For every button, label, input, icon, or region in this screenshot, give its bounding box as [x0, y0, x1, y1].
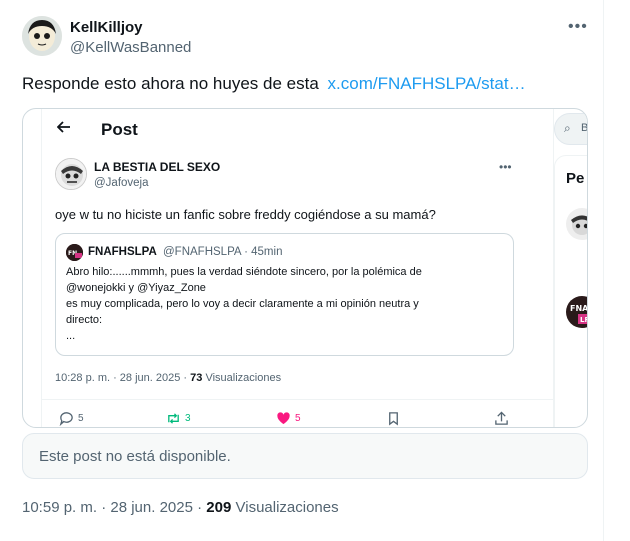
unavailable-text: Este post no está disponible. — [39, 448, 231, 465]
reply-action: 5 — [59, 411, 84, 426]
author-name[interactable]: KellKilljoy — [70, 19, 143, 36]
embedded-author-avatar — [55, 158, 87, 190]
quote-author-name: FNAFHSLPA — [88, 246, 157, 258]
reply-count: 5 — [78, 413, 84, 424]
panel-title: Pe — [566, 170, 585, 187]
embedded-post-text: oye w tu no hiciste un fanfic sobre fred… — [55, 207, 436, 222]
suggested-avatar: FNAF LP — [566, 296, 588, 328]
views-label: Visualizaciones — [235, 499, 339, 516]
tweet-body: Responde esto ahora no huyes de esta — [22, 74, 319, 93]
like-count: 5 — [295, 413, 301, 424]
tweet-link[interactable]: x.com/FNAFHSLPA/stat… — [328, 74, 526, 93]
embedded-author-name: LA BESTIA DEL SEXO — [94, 160, 221, 174]
unavailable-post-notice: Este post no está disponible. — [22, 433, 588, 479]
tweet-text: Responde esto ahora no huyes de esta x.c… — [22, 74, 526, 94]
share-action — [494, 411, 509, 426]
repost-action: 3 — [166, 411, 191, 426]
back-arrow-icon — [56, 119, 71, 139]
quote-line: es muy complicada, pero lo voy a decir c… — [66, 298, 419, 310]
quoted-post: FN FNAFHSLPA @FNAFHSLPA · 45min Abro hil… — [55, 233, 514, 356]
reply-icon — [59, 412, 73, 426]
svg-text:LP: LP — [580, 316, 588, 324]
search-placeholder: B — [581, 122, 588, 134]
post-date[interactable]: 10:59 p. m. · 28 jun. 2025 · — [22, 499, 202, 516]
author-handle[interactable]: @KellWasBanned — [70, 39, 191, 56]
heart-icon — [277, 412, 290, 425]
embedded-timestamp: 10:28 p. m. · 28 jun. 2025 · 73 Visualiz… — [55, 372, 281, 384]
quote-line: @wonejokki y @Yiyaz_Zone — [66, 282, 206, 294]
suggested-avatar — [566, 208, 587, 240]
sidebar-panel: Pe FNAF LP — [554, 155, 588, 427]
like-action: 5 — [276, 411, 301, 426]
divider — [41, 109, 42, 427]
search-icon: ⌕ — [564, 121, 571, 135]
search-box: ⌕ B — [554, 113, 588, 145]
quote-avatar: FN — [66, 244, 83, 261]
quote-line: ... — [66, 330, 76, 342]
quote-line: directo: — [66, 314, 103, 326]
author-avatar[interactable] — [22, 16, 62, 56]
embedded-views-count: 73 — [190, 372, 203, 384]
repost-icon — [168, 413, 179, 424]
svg-text:FNAF: FNAF — [570, 304, 588, 313]
quote-line: Abro hilo:......mmmh, pues la verdad sié… — [66, 266, 422, 278]
embedded-date: 10:28 p. m. · 28 jun. 2025 · — [55, 372, 188, 384]
embedded-views-label: Visualizaciones — [205, 372, 282, 384]
repost-count: 3 — [185, 413, 191, 424]
bookmark-icon — [389, 412, 398, 426]
attached-screenshot[interactable]: Post LA BESTIA DEL SEXO @Jafoveja ••• oy… — [22, 108, 588, 428]
quote-meta: @FNAFHSLPA · 45min — [163, 246, 283, 258]
divider — [42, 399, 553, 400]
header-title: Post — [101, 120, 138, 139]
embedded-author-handle: @Jafoveja — [94, 177, 149, 189]
bookmark-action — [386, 411, 401, 426]
share-icon — [495, 411, 508, 425]
post-timestamp[interactable]: 10:59 p. m. · 28 jun. 2025 · 209 Visuali… — [22, 499, 339, 516]
more-options-icon[interactable]: ••• — [568, 18, 588, 36]
column-border — [603, 0, 604, 541]
more-options-icon: ••• — [499, 160, 512, 174]
views-count: 209 — [206, 499, 232, 516]
